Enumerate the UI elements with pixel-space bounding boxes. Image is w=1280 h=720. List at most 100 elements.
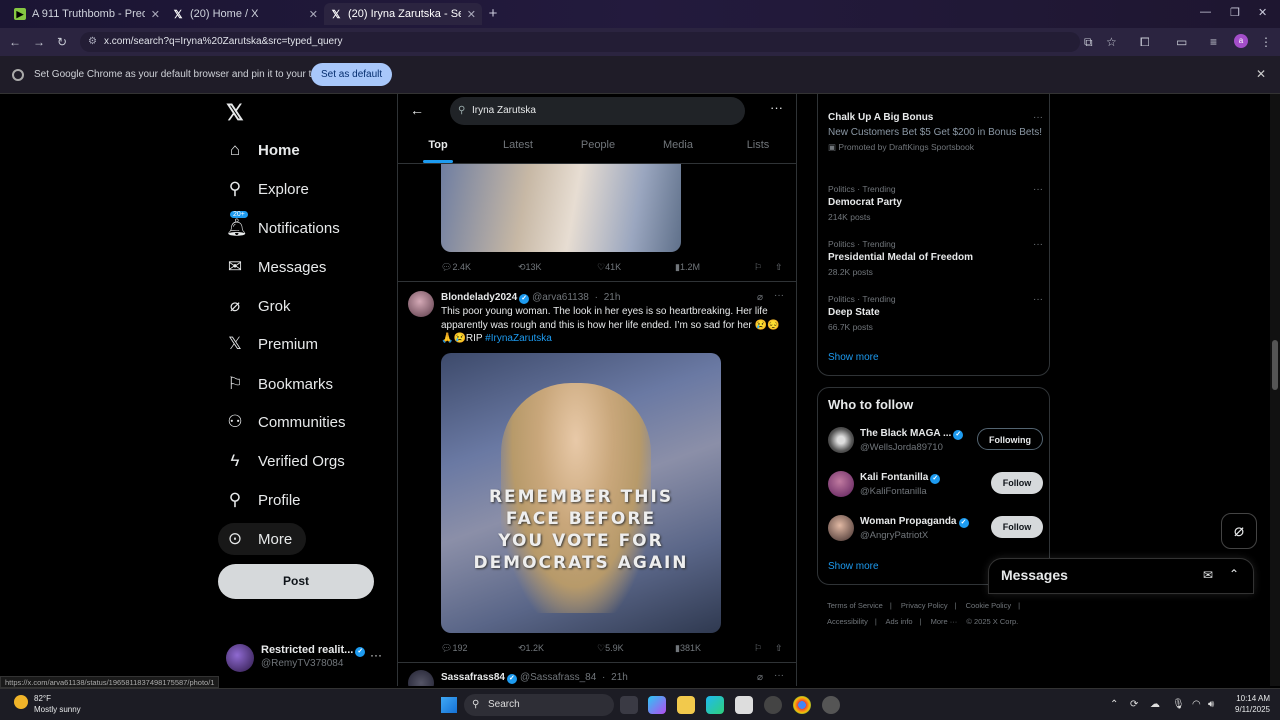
- nav-home[interactable]: ⌂ Home: [226, 134, 300, 166]
- tweet-image[interactable]: REMEMBER THIS FACE BEFORE YOU VOTE FOR D…: [441, 353, 721, 633]
- like-button[interactable]: ♡ 41K: [597, 262, 621, 273]
- tweet-image[interactable]: [441, 164, 681, 252]
- nav-communities[interactable]: ⚇ Communities: [226, 406, 345, 438]
- repost-button[interactable]: ⟲ 1.2K: [518, 643, 544, 654]
- grok-icon[interactable]: ⌀: [757, 672, 763, 683]
- nav-notifications[interactable]: 🔔︎ 20+ Notifications: [226, 211, 340, 244]
- nav-bookmarks[interactable]: ⚐ Bookmarks: [226, 368, 333, 400]
- search-input[interactable]: ⚲ Iryna Zarutska: [450, 97, 745, 125]
- trend-item[interactable]: Politics · Trending Presidential Medal o…: [828, 239, 1043, 277]
- store-icon[interactable]: [735, 696, 753, 714]
- grok-icon[interactable]: ⌀: [1221, 513, 1257, 549]
- more-dots-icon[interactable]: ···: [1033, 184, 1043, 195]
- cookie-link[interactable]: Cookie Policy: [966, 601, 1011, 610]
- tab-top[interactable]: Top: [398, 134, 478, 164]
- follow-button[interactable]: Follow: [991, 516, 1043, 538]
- sidebar-icon[interactable]: ▭: [1176, 35, 1187, 49]
- tab-x-home[interactable]: 𝕏 (20) Home / X ✕: [166, 3, 324, 25]
- close-icon[interactable]: ✕: [151, 8, 160, 21]
- tweet-author[interactable]: Sassafrass84 ✓ @Sassafrass_84 · 21h: [441, 672, 628, 684]
- wifi-icon[interactable]: ◠: [1192, 699, 1201, 710]
- x-logo-icon[interactable]: 𝕏: [226, 100, 244, 126]
- app-icon[interactable]: [764, 696, 782, 714]
- task-view-icon[interactable]: [620, 696, 638, 714]
- show-more-link[interactable]: Show more: [828, 352, 879, 363]
- more-dots-icon[interactable]: ···: [1033, 239, 1043, 250]
- more-dots-icon[interactable]: ···: [774, 290, 784, 301]
- more-dots-icon[interactable]: ···: [770, 100, 783, 115]
- bookmark-icon[interactable]: ⚐: [754, 643, 762, 654]
- window-close-icon[interactable]: ✕: [1258, 6, 1267, 19]
- chrome-icon[interactable]: [793, 696, 811, 714]
- chrome-menu-icon[interactable]: ⋮: [1260, 35, 1272, 49]
- tab-lists[interactable]: Lists: [718, 134, 796, 164]
- share-icon[interactable]: ⇧: [775, 262, 783, 273]
- more-dots-icon[interactable]: ···: [774, 670, 784, 681]
- privacy-link[interactable]: Privacy Policy: [901, 601, 948, 610]
- messages-drawer[interactable]: Messages ✉ ⌃: [988, 558, 1254, 594]
- repost-button[interactable]: ⟲ 13K: [518, 262, 542, 273]
- promoted-trend[interactable]: Chalk Up A Big Bonus New Customers Bet $…: [828, 112, 1043, 153]
- tab-people[interactable]: People: [558, 134, 638, 164]
- account-switcher[interactable]: Restricted realit... ✓ @RemyTV378084 ···: [226, 642, 386, 678]
- nav-profile[interactable]: ⚲ Profile: [226, 484, 301, 516]
- tweet-author[interactable]: Blondelady2024 ✓ @arva61138 · 21h: [441, 292, 620, 304]
- more-dots-icon[interactable]: ···: [1033, 294, 1043, 305]
- restore-icon[interactable]: ❐: [1230, 6, 1240, 19]
- site-info-icon[interactable]: ⚙: [88, 32, 97, 52]
- show-more-link[interactable]: Show more: [828, 561, 879, 572]
- url-field[interactable]: ⚙ x.com/search?q=Iryna%20Zarutska&src=ty…: [80, 32, 1080, 52]
- nav-explore[interactable]: ⚲ Explore: [226, 173, 309, 205]
- volume-icon[interactable]: 🔊︎: [1208, 699, 1214, 710]
- trend-item[interactable]: Politics · Trending Democrat Party 214K …: [828, 184, 1043, 222]
- close-icon[interactable]: ✕: [467, 8, 476, 21]
- following-button[interactable]: Following: [977, 428, 1043, 450]
- install-app-icon[interactable]: ⧉: [1084, 35, 1093, 50]
- scrollbar-thumb[interactable]: [1272, 340, 1278, 390]
- reply-button[interactable]: 💬︎ 2.4K: [441, 262, 471, 273]
- reply-button[interactable]: 💬︎ 192: [441, 643, 467, 654]
- set-default-button[interactable]: Set as default: [311, 63, 393, 86]
- tab-media[interactable]: Media: [638, 134, 718, 164]
- nav-messages[interactable]: ✉ Messages: [226, 251, 327, 283]
- profile-avatar[interactable]: a: [1234, 34, 1248, 48]
- reload-icon[interactable]: ↻: [57, 35, 67, 49]
- tweet-time[interactable]: 21h: [604, 292, 621, 303]
- hashtag-link[interactable]: #IrynaZarutska: [485, 333, 552, 344]
- cloud-icon[interactable]: ☁: [1150, 699, 1160, 710]
- mic-icon[interactable]: 🎙︎: [1172, 699, 1185, 710]
- like-button[interactable]: ♡ 5.9K: [597, 643, 624, 654]
- tweet-time[interactable]: 21h: [611, 672, 628, 683]
- back-arrow-icon[interactable]: ←: [410, 102, 424, 118]
- trend-item[interactable]: Politics · Trending Deep State 66.7K pos…: [828, 294, 1043, 332]
- bookmark-star-icon[interactable]: ☆: [1106, 35, 1117, 49]
- minimize-icon[interactable]: —: [1200, 6, 1211, 18]
- avatar[interactable]: [408, 670, 434, 686]
- views-button[interactable]: ▮ 1.2M: [675, 262, 700, 273]
- close-icon[interactable]: ✕: [309, 8, 318, 21]
- network-icon[interactable]: ⟳: [1130, 699, 1138, 710]
- copilot-icon[interactable]: [648, 696, 666, 714]
- close-icon[interactable]: ✕: [1256, 67, 1266, 81]
- tab-latest[interactable]: Latest: [478, 134, 558, 164]
- follow-suggestion[interactable]: The Black MAGA ... ✓ @WellsJorda89710 Fol…: [828, 427, 1043, 457]
- edge-icon[interactable]: [706, 696, 724, 714]
- accessibility-link[interactable]: Accessibility: [827, 617, 868, 626]
- extensions-icon[interactable]: ⧠: [1140, 35, 1150, 50]
- follow-suggestion[interactable]: Woman Propaganda ✓ @AngryPatriotX Follow: [828, 515, 1043, 545]
- nav-verified-orgs[interactable]: ϟ Verified Orgs: [226, 445, 345, 477]
- post-button[interactable]: Post: [218, 564, 374, 599]
- terms-link[interactable]: Terms of Service: [827, 601, 883, 610]
- more-dots-icon[interactable]: ···: [370, 648, 382, 662]
- new-tab-button[interactable]: +: [484, 5, 502, 23]
- back-icon[interactable]: ←: [9, 35, 21, 49]
- expand-icon[interactable]: ⌃: [1229, 567, 1239, 581]
- follow-suggestion[interactable]: Kali Fontanilla ✓ @KaliFontanilla Follow: [828, 471, 1043, 501]
- settings-gear-icon[interactable]: [822, 696, 840, 714]
- file-explorer-icon[interactable]: [677, 696, 695, 714]
- clock[interactable]: 10:14 AM 9/11/2025: [1222, 693, 1270, 715]
- nav-premium[interactable]: 𝕏 Premium: [226, 328, 318, 360]
- nav-more[interactable]: ⊙ More: [218, 523, 307, 555]
- ads-info-link[interactable]: Ads info: [885, 617, 912, 626]
- share-icon[interactable]: ⇧: [775, 643, 783, 654]
